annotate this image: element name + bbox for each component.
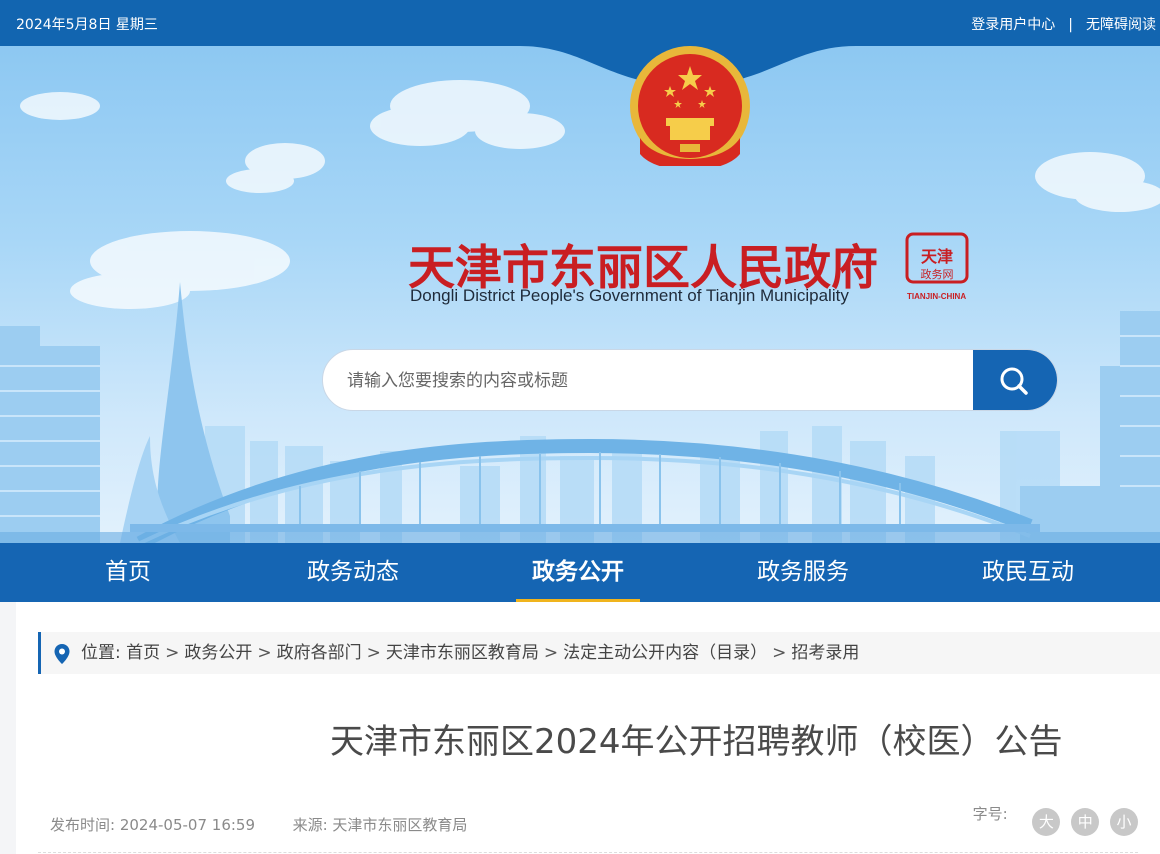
- svg-text:政务网: 政务网: [921, 267, 954, 281]
- breadcrumb-home[interactable]: 首页: [126, 643, 160, 663]
- location-pin-icon: [54, 644, 70, 664]
- breadcrumb: 位置: 首页 > 政务公开 > 政府各部门 > 天津市东丽区教育局 > 法定主动公开内容（目录）…: [38, 632, 1160, 674]
- font-size-switcher: 字号: 大 中 小: [972, 805, 1138, 836]
- breadcrumb-gov-disclosure[interactable]: 政务公开: [184, 643, 252, 663]
- top-bar: 2024年5月8日 星期三 登录用户中心 | 无障碍阅读: [0, 0, 1160, 46]
- seal-caption: TIANJIN-CHINA: [907, 292, 967, 301]
- top-links-separator: |: [1068, 17, 1073, 33]
- nav-item-home[interactable]: 首页: [66, 543, 190, 602]
- article-panel: 位置: 首页 > 政务公开 > 政府各部门 > 天津市东丽区教育局 > 法定主动公开内容（目录）…: [16, 602, 1160, 854]
- source-label: 来源:: [292, 816, 328, 834]
- breadcrumb-separator: >: [257, 643, 272, 663]
- nav-item-gov-news[interactable]: 政务动态: [291, 543, 415, 602]
- breadcrumb-prefix: 位置:: [81, 643, 121, 663]
- breadcrumb-separator: >: [772, 643, 787, 663]
- site-title-english: Dongli District People's Government of T…: [410, 286, 849, 305]
- breadcrumb-separator: >: [366, 643, 381, 663]
- breadcrumb-separator: >: [543, 643, 559, 663]
- breadcrumb-separator: >: [165, 643, 180, 663]
- publish-time-label: 发布时间:: [50, 816, 116, 834]
- nav-item-gov-disclosure[interactable]: 政务公开: [516, 543, 640, 602]
- nav-item-gov-services[interactable]: 政务服务: [741, 543, 865, 602]
- breadcrumb-education-bureau[interactable]: 天津市东丽区教育局: [386, 643, 539, 663]
- search-box: [322, 349, 1058, 411]
- font-size-label: 字号:: [972, 805, 1008, 823]
- login-user-center-link[interactable]: 登录用户中心: [971, 17, 1055, 33]
- article-title: 天津市东丽区2024年公开招聘教师（校医）公告: [330, 722, 1063, 762]
- breadcrumb-gov-departments[interactable]: 政府各部门: [277, 643, 362, 663]
- search-icon: [1000, 367, 1028, 395]
- national-emblem: [618, 46, 758, 171]
- font-size-medium-button[interactable]: 中: [1071, 808, 1100, 836]
- accessibility-reading-link[interactable]: 无障碍阅读: [1086, 17, 1156, 33]
- main-nav: 首页 政务动态 政务公开 政务服务 政民互动: [0, 543, 1160, 602]
- header-banner: 天津市东丽区人民政府 Dongli District People's Gove…: [0, 46, 1160, 543]
- search-button[interactable]: [973, 350, 1057, 410]
- source-value: 天津市东丽区教育局: [332, 816, 468, 834]
- article-meta: 发布时间: 2024-05-07 16:59 来源: 天津市东丽区教育局: [50, 814, 467, 835]
- breadcrumb-recruitment[interactable]: 招考录用: [791, 643, 859, 663]
- breadcrumb-statutory-disclosure[interactable]: 法定主动公开内容（目录）: [563, 643, 767, 663]
- font-size-small-button[interactable]: 小: [1110, 808, 1138, 836]
- search-input[interactable]: [345, 350, 969, 410]
- font-size-large-button[interactable]: 大: [1032, 808, 1061, 836]
- current-date: 2024年5月8日 星期三: [16, 17, 158, 33]
- tianjin-gov-seal-logo: 天津 政务网: [905, 232, 969, 284]
- top-links: 登录用户中心 | 无障碍阅读: [971, 14, 1156, 34]
- svg-text:天津: 天津: [921, 247, 953, 266]
- publish-time: 2024-05-07 16:59: [119, 816, 256, 834]
- nav-item-public-interaction[interactable]: 政民互动: [966, 543, 1090, 602]
